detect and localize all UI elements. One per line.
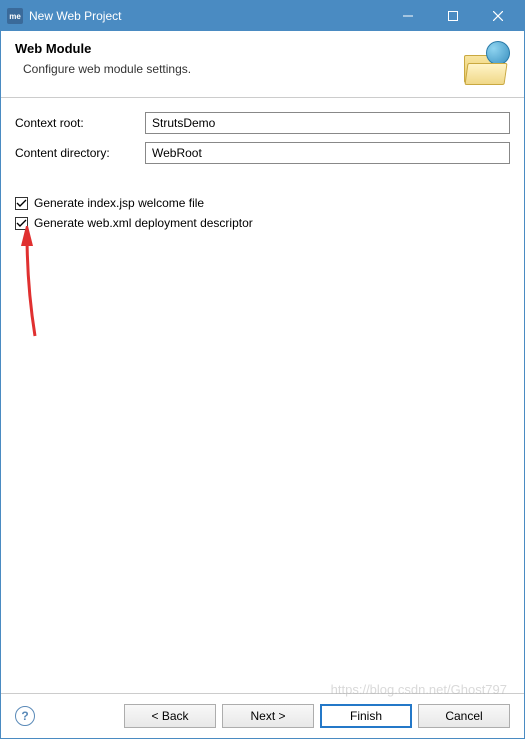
minimize-button[interactable] [385,1,430,31]
content-directory-row: Content directory: [15,142,510,164]
next-button[interactable]: Next > [222,704,314,728]
maximize-button[interactable] [430,1,475,31]
generate-webxml-label: Generate web.xml deployment descriptor [34,216,253,230]
generate-index-checkbox[interactable] [15,197,28,210]
app-icon: me [7,8,23,24]
window-title: New Web Project [29,9,385,23]
generate-index-label: Generate index.jsp welcome file [34,196,204,210]
dialog-footer: ? < Back Next > Finish Cancel [1,693,524,738]
dialog-window: me New Web Project Web Module Configure … [0,0,525,739]
close-icon [493,11,503,21]
dialog-content: Context root: Content directory: Generat… [1,98,524,693]
checkbox-group: Generate index.jsp welcome file Generate… [15,196,510,236]
context-root-row: Context root: [15,112,510,134]
generate-webxml-row[interactable]: Generate web.xml deployment descriptor [15,216,510,230]
cancel-button[interactable]: Cancel [418,704,510,728]
help-button[interactable]: ? [15,706,35,726]
help-icon: ? [21,709,28,723]
minimize-icon [403,11,413,21]
header-description: Configure web module settings. [15,62,462,76]
window-controls [385,1,520,31]
dialog-header: Web Module Configure web module settings… [1,31,524,98]
finish-button[interactable]: Finish [320,704,412,728]
wizard-icon [462,41,510,85]
check-icon [16,198,27,209]
header-text: Web Module Configure web module settings… [15,41,462,76]
header-title: Web Module [15,41,462,56]
generate-index-row[interactable]: Generate index.jsp welcome file [15,196,510,210]
context-root-label: Context root: [15,116,145,130]
context-root-input[interactable] [145,112,510,134]
back-button[interactable]: < Back [124,704,216,728]
content-directory-input[interactable] [145,142,510,164]
annotation-arrow-icon [17,226,47,346]
maximize-icon [448,11,458,21]
titlebar: me New Web Project [1,1,524,31]
content-directory-label: Content directory: [15,146,145,160]
close-button[interactable] [475,1,520,31]
